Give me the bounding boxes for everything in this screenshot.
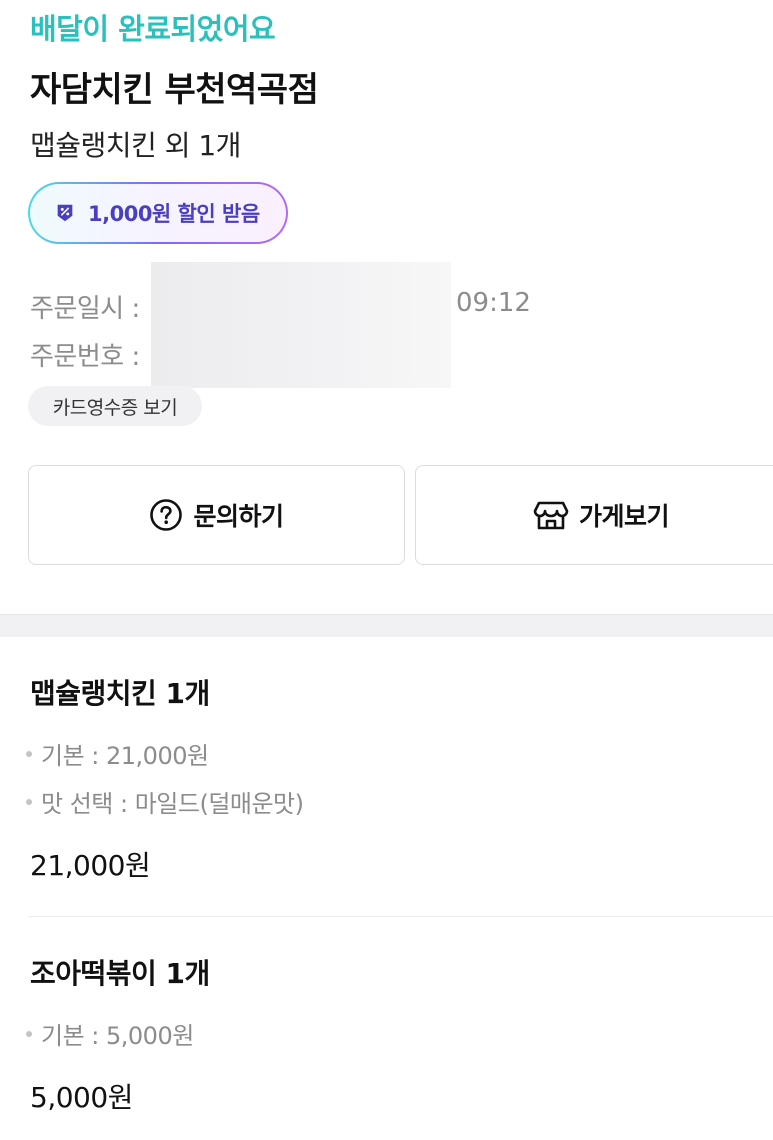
view-store-button[interactable]: 가게보기 — [415, 465, 773, 565]
menu-item-price: 21,000원 — [30, 849, 151, 882]
card-receipt-button[interactable]: 카드영수증 보기 — [28, 386, 202, 426]
coupon-label: 1,000원 할인 받음 — [88, 202, 260, 226]
menu-item-option: 기본 : 5,000원 — [26, 1016, 194, 1051]
view-store-label: 가게보기 — [578, 502, 670, 531]
menu-item-name: 맵슐랭치킨 1개 — [30, 677, 210, 710]
question-circle-icon — [150, 499, 183, 531]
order-datetime-label: 주문일시 : — [30, 294, 140, 324]
store-name[interactable]: 자담치킨 부천역곡점 — [30, 62, 319, 111]
order-summary: 맵슐랭치킨 외 1개 — [30, 129, 241, 162]
menu-item-option: 맛 선택 : 마일드(덜매운맛) — [26, 784, 304, 819]
order-status: 배달이 완료되었어요 — [30, 12, 276, 46]
item-divider — [28, 916, 773, 917]
menu-item-name: 조아떡볶이 1개 — [30, 957, 210, 990]
inquiry-label: 문의하기 — [193, 502, 284, 531]
order-number-label: 주문번호 : — [30, 342, 140, 372]
inquiry-button[interactable]: 문의하기 — [28, 465, 405, 565]
bullet-icon — [26, 798, 32, 805]
coupon-badge: 1,000원 할인 받음 — [28, 182, 288, 244]
redacted-area — [151, 262, 451, 388]
menu-item-option: 기본 : 21,000원 — [26, 736, 209, 771]
discount-badge-icon — [57, 204, 73, 222]
store-icon — [533, 501, 569, 530]
bullet-icon — [26, 1030, 32, 1037]
section-divider — [0, 614, 773, 637]
menu-item-price: 5,000원 — [30, 1081, 133, 1114]
order-time: 09:12 — [456, 288, 531, 318]
bullet-icon — [26, 750, 32, 757]
